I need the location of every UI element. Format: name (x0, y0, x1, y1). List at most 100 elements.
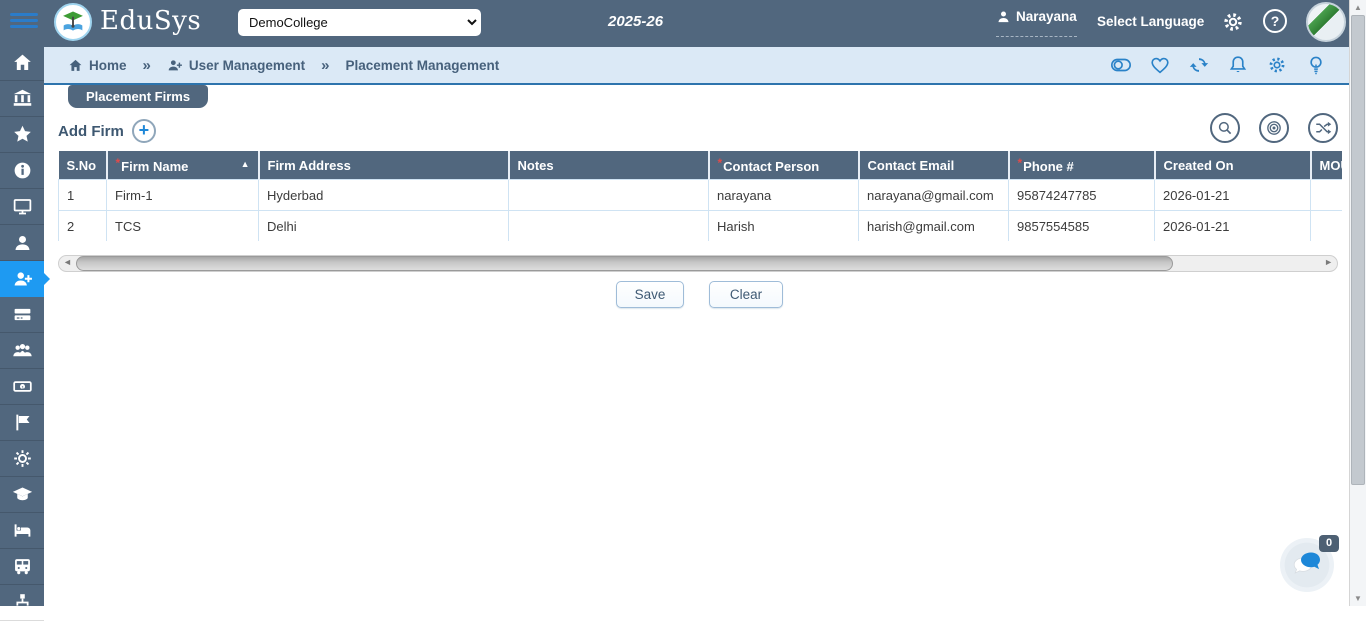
bus-icon (14, 559, 30, 575)
bullseye-icon (1267, 121, 1281, 135)
monitor-icon (13, 199, 31, 215)
sidebar-item-monitor[interactable] (0, 189, 44, 225)
column-header[interactable]: Firm Address (258, 151, 510, 180)
sidebar-item-bed[interactable] (0, 513, 44, 549)
sidebar-item-graduation-cap[interactable] (0, 477, 44, 513)
avatar[interactable] (1306, 2, 1346, 42)
table-row[interactable]: 2 TCS Delhi Harish harish@gmail.com 985755458… (58, 210, 1342, 241)
sidebar-item-flag[interactable] (0, 405, 44, 441)
scroll-down-arrow-icon[interactable]: ▼ (1350, 594, 1366, 603)
sidebar-item-user[interactable] (0, 225, 44, 261)
target-button[interactable] (1259, 113, 1289, 143)
table-cell: 9857554585 (1008, 210, 1155, 241)
hamburger-menu-icon[interactable] (10, 13, 38, 32)
notifications-bell-icon[interactable] (1227, 54, 1249, 76)
breadcrumb-bar: Home » User Management » Placement Manag… (44, 45, 1349, 85)
horizontal-scrollbar-thumb[interactable] (76, 256, 1173, 271)
search-icon (1218, 121, 1232, 135)
breadcrumb-current: Placement Management (345, 57, 500, 73)
add-firm-plus-button[interactable]: + (131, 119, 156, 143)
sidebar-item-info[interactable] (0, 153, 44, 189)
vertical-scrollbar[interactable]: ▲ ▼ (1349, 0, 1366, 606)
tab-placement-firms[interactable]: Placement Firms (68, 85, 209, 108)
user-icon (998, 11, 1009, 23)
table-cell: 2 (58, 210, 107, 241)
sidebar-item-money[interactable]: 1 (0, 369, 44, 405)
column-header[interactable]: Notes (508, 151, 710, 180)
column-header[interactable]: *Contact Person (708, 151, 860, 180)
column-label: Created On (1163, 157, 1234, 173)
add-firm-label: Add Firm (58, 122, 124, 140)
table-cell: Firm-1 (106, 179, 259, 211)
sidebar-item-user-plus[interactable] (0, 261, 50, 297)
table-cell: Harish (708, 210, 859, 241)
favorites-heart-icon[interactable] (1149, 54, 1171, 76)
scroll-left-arrow-icon[interactable]: ◄ (63, 257, 72, 267)
column-header[interactable]: MOU (1310, 151, 1343, 180)
bank-icon (13, 89, 31, 106)
required-asterisk: * (115, 156, 121, 170)
table-cell (1310, 179, 1342, 211)
column-label: Firm Address (267, 157, 351, 173)
graduation-cap-icon (12, 487, 32, 501)
column-header[interactable]: *Phone # (1008, 151, 1156, 180)
users-icon (12, 343, 32, 357)
user-icon (15, 235, 29, 250)
edusys-logo (54, 3, 92, 41)
sidebar-item-bus[interactable] (0, 549, 44, 585)
lightbulb-icon[interactable] (1305, 54, 1327, 76)
column-label: Firm Name (121, 159, 189, 174)
column-header[interactable]: *Firm Name ▲ (106, 151, 260, 180)
save-button[interactable]: Save (616, 281, 684, 308)
toggle-icon[interactable] (1110, 54, 1132, 76)
sidebar-item-home[interactable] (0, 45, 44, 81)
column-header[interactable]: S.No (58, 151, 108, 180)
column-header[interactable]: Contact Email (858, 151, 1010, 180)
table-cell: TCS (106, 210, 259, 241)
column-label: S.No (66, 157, 97, 173)
info-icon (14, 162, 30, 179)
breadcrumb-user-management[interactable]: User Management (167, 57, 305, 73)
top-header: EduSys DemoCollege 2025-26 Narayana Sele… (0, 0, 1366, 45)
user-menu[interactable]: Narayana (996, 9, 1077, 37)
gear-icon[interactable] (1266, 54, 1288, 76)
academic-year: 2025-26 (608, 13, 664, 30)
column-label: MOU (1319, 157, 1343, 173)
horizontal-scrollbar[interactable]: ◄ ► (58, 255, 1338, 272)
college-select[interactable]: DemoCollege (238, 9, 481, 36)
search-button[interactable] (1210, 113, 1240, 143)
help-icon[interactable]: ? (1263, 9, 1287, 33)
user-plus-icon (14, 272, 32, 286)
sidebar-item-star[interactable] (0, 117, 44, 153)
settings-gear-icon[interactable] (1221, 10, 1245, 34)
clear-button[interactable]: Clear (709, 281, 783, 308)
sidebar-item-sitemap[interactable] (0, 585, 44, 621)
breadcrumb-home[interactable]: Home (68, 58, 127, 73)
chat-bubble-icon (1293, 552, 1320, 574)
refresh-icon[interactable] (1188, 54, 1210, 76)
user-name: Narayana (1016, 9, 1077, 24)
column-header[interactable]: Created On (1154, 151, 1312, 180)
cards-icon (14, 308, 30, 321)
sidebar-item-users[interactable] (0, 333, 44, 369)
vertical-scrollbar-thumb[interactable] (1351, 15, 1365, 485)
sidebar-item-bank[interactable] (0, 81, 44, 117)
breadcrumb-separator: » (142, 56, 151, 74)
column-label: Phone # (1023, 159, 1074, 174)
column-label: Notes (517, 157, 554, 173)
table-cell: 2026-01-21 (1154, 179, 1311, 211)
sort-asc-icon: ▲ (240, 159, 250, 169)
sidebar-item-sun[interactable] (0, 441, 44, 477)
shuffle-button[interactable] (1308, 113, 1338, 143)
table-row[interactable]: 1 Firm-1 Hyderbad narayana narayana@gmail.co… (58, 179, 1342, 211)
select-language[interactable]: Select Language (1097, 14, 1204, 29)
scroll-up-arrow-icon[interactable]: ▲ (1350, 3, 1366, 12)
home-icon (69, 59, 82, 71)
table-cell: harish@gmail.com (858, 210, 1009, 241)
scroll-right-arrow-icon[interactable]: ► (1324, 257, 1333, 267)
breadcrumb-separator: » (321, 56, 330, 74)
sun-icon (13, 450, 31, 467)
chat-unread-badge: 0 (1319, 535, 1339, 552)
sidebar-item-cards[interactable] (0, 297, 44, 333)
add-firm-row: Add Firm + (58, 119, 156, 143)
